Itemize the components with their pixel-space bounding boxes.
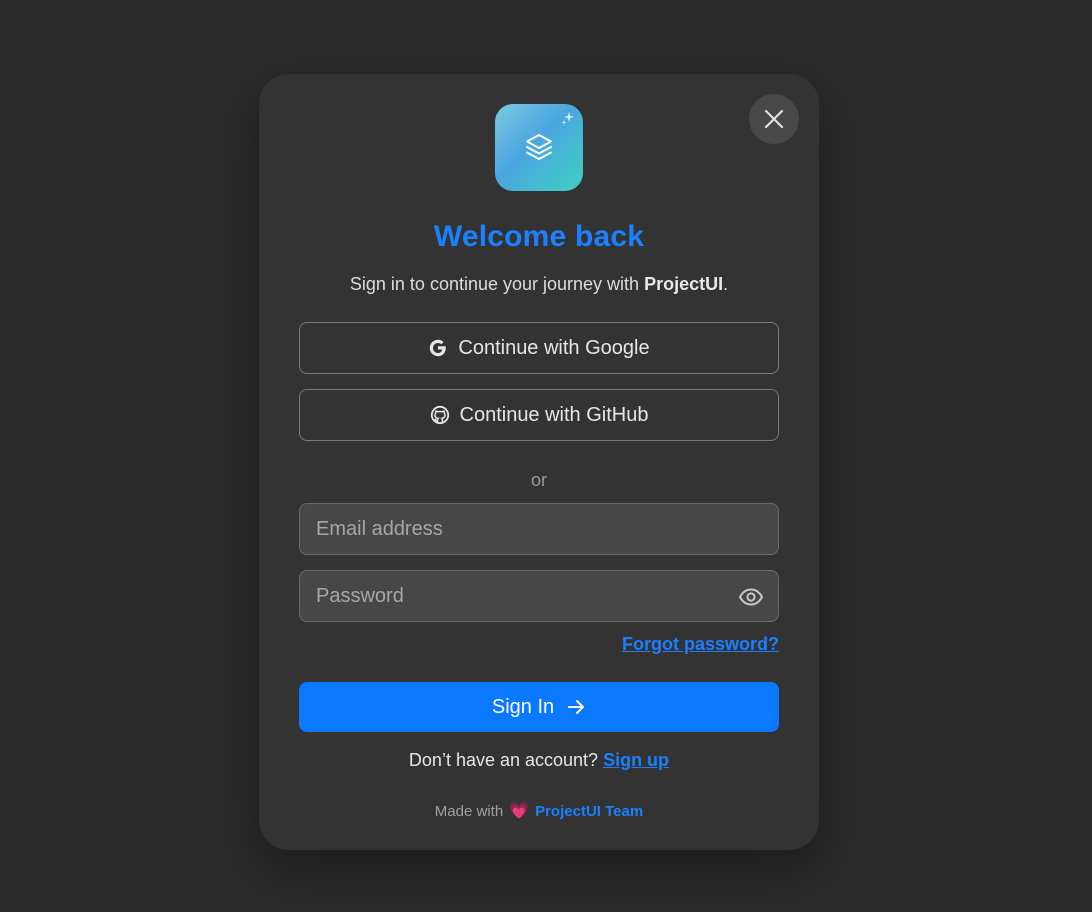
footer-made-with: Made with	[434, 802, 504, 820]
github-signin-button[interactable]: Continue with GitHub	[299, 389, 779, 441]
github-button-label: Continue with GitHub	[459, 403, 649, 426]
subtitle-text: Sign in to continue your journey with	[349, 274, 645, 294]
sign-in-modal: Welcome back Sign in to continue your jo…	[259, 74, 819, 850]
app-logo	[495, 104, 583, 191]
email-field-container	[299, 503, 779, 555]
sparkle-icon	[561, 112, 574, 125]
subtitle-period: .	[723, 274, 729, 294]
heart-icon: 💗	[509, 803, 530, 820]
close-icon	[764, 109, 784, 129]
footer: Made with 💗 ProjectUI Team	[259, 801, 819, 821]
google-button-label: Continue with Google	[458, 336, 650, 359]
email-field[interactable]	[300, 504, 778, 554]
google-signin-button[interactable]: Continue with Google	[299, 322, 779, 374]
layers-icon	[526, 133, 552, 160]
eye-icon[interactable]	[738, 584, 764, 610]
page-title: Welcome back	[433, 220, 645, 253]
signup-row: Don’t have an account? Sign up	[259, 750, 819, 771]
subtitle: Sign in to continue your journey with Pr…	[259, 274, 819, 295]
google-icon	[430, 339, 447, 357]
footer-team-link[interactable]: ProjectUI Team	[535, 803, 643, 820]
github-icon	[430, 405, 449, 425]
or-divider: or	[530, 470, 547, 490]
subtitle-brand: ProjectUI	[644, 274, 724, 294]
password-field-container	[299, 570, 779, 622]
signup-prompt: Don’t have an account?	[408, 750, 604, 770]
close-button[interactable]	[749, 94, 799, 144]
password-field[interactable]	[300, 571, 778, 621]
sign-in-button[interactable]: Sign In	[299, 682, 779, 732]
forgot-password-link[interactable]: Forgot password?	[622, 634, 779, 655]
sign-up-link[interactable]: Sign up	[603, 750, 669, 770]
arrow-right-icon	[568, 700, 585, 714]
sign-in-label: Sign In	[491, 695, 555, 718]
